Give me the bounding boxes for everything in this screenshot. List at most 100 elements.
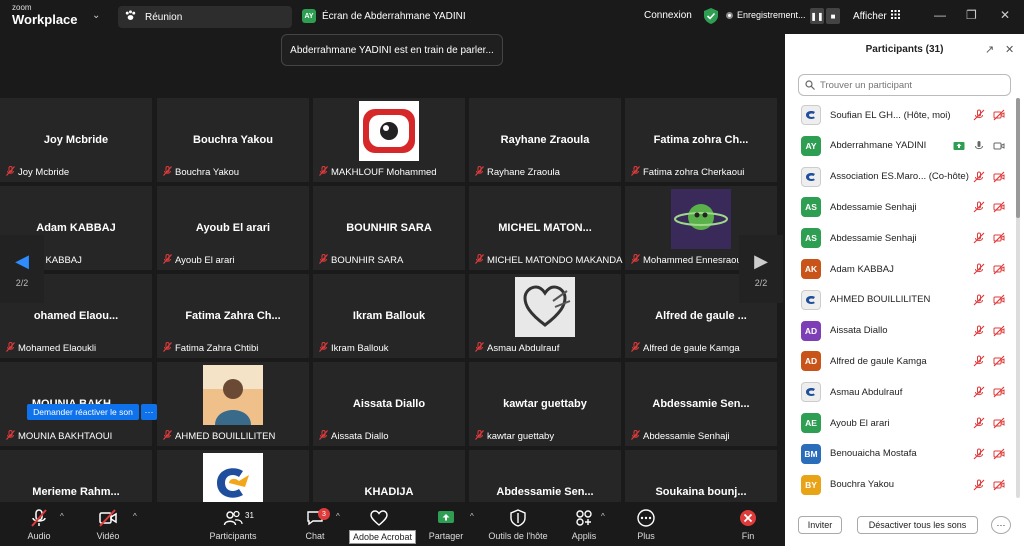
video-tile[interactable]: Joy Mcbride Joy Mcbride [0,98,152,182]
tile-display-name: Ikram Ballouk [352,310,426,322]
share-label: Partager [428,531,464,541]
apps-button[interactable]: Applis [549,508,619,541]
end-button[interactable]: Fin [713,508,783,541]
mic-muted-icon [631,430,640,442]
participants-button[interactable]: Participants [198,508,268,541]
video-tile[interactable]: Abdessamie Sen... Abdessamie Senhaji [625,362,777,446]
participant-row[interactable]: Soufian EL GH... (Hôte, moi) [785,100,1015,130]
tile-display-name: BOUNHIR SARA [346,222,432,234]
record-dot-icon [726,11,733,19]
meeting-tab[interactable]: Réunion [118,6,292,28]
logo-small: zoom [12,3,32,12]
participant-picture [359,101,419,161]
chat-caret-icon[interactable]: ^ [336,512,340,521]
participant-row[interactable]: AD Aissata Diallo [785,316,1015,346]
pause-icon[interactable]: ❚❚ [810,8,824,24]
share-screen-icon [438,511,454,523]
participant-row[interactable]: AK Adam KABBAJ [785,254,1015,284]
screen-share-tab[interactable]: AY Écran de Abderrahmane YADINI [302,9,466,23]
chat-label: Chat [305,531,325,541]
video-tile[interactable]: MICHEL MATON... MICHEL MATONDO MAKANDA [469,186,622,270]
chevron-down-icon[interactable]: ⌄ [92,10,100,21]
participant-avatar [801,105,821,125]
tile-display-name: Joy Mcbride [43,134,109,146]
mic-muted-icon [475,430,484,442]
participant-status-icons [973,355,1005,367]
participant-row[interactable]: BM Benouaicha Mostafa [785,439,1015,469]
participant-row[interactable]: AHMED BOUILLILITEN [785,285,1015,315]
video-tile[interactable]: Bouchra Yakou Bouchra Yakou [157,98,309,182]
video-tile[interactable]: Fatima zohra Ch... Fatima zohra Cherkaoui [625,98,777,182]
restore-icon[interactable]: ❐ [966,8,977,22]
participant-row[interactable]: Association ES.Maro... (Co-hôte) [785,162,1015,192]
participant-avatar [801,382,821,403]
tile-name-label: AHMED BOUILLILITEN [163,430,275,442]
participant-name: Bouchra Yakou [830,479,895,491]
prev-page-button[interactable]: ◀ 2/2 [0,235,44,303]
tile-footer-name: Rayhane Zraoula [487,166,560,178]
participant-row[interactable]: BY Bouchra Yakou [785,470,1015,500]
panel-more-button[interactable]: ··· [991,516,1011,534]
video-tile[interactable]: Ayoub El arari Ayoub El arari [157,186,309,270]
tile-name-label: MICHEL MATONDO MAKANDA [475,254,622,266]
tile-footer-name: kawtar guettaby [487,430,555,442]
popout-icon[interactable]: ↗ [985,43,994,56]
end-meeting-icon [740,510,756,526]
speaking-toast: Abderrahmane YADINI est en train de parl… [281,34,503,66]
tile-footer-name: Ikram Ballouk [331,342,389,354]
page-indicator-right: 2/2 [754,277,768,288]
tile-footer-name: BOUNHIR SARA [331,254,404,266]
ask-unmute-button[interactable]: Demander réactiver le son [27,404,139,420]
close-icon[interactable]: ✕ [1000,8,1010,22]
panel-close-icon[interactable]: ✕ [1005,43,1014,56]
participant-row[interactable]: AD Alfred de gaule Kamga [785,346,1015,376]
tile-name-label: MOUNIA BAKHTAOUI [6,430,112,442]
tile-display-name: Adam KABBAJ [36,222,116,234]
invite-button[interactable]: Inviter [798,516,842,534]
connexion-button[interactable]: Connexion [644,10,692,21]
video-tile[interactable]: Asmau Abdulrauf [469,274,621,358]
video-tile[interactable]: AHMED BOUILLILITEN [157,362,309,446]
participant-avatar [801,166,821,187]
mic-muted-icon [319,430,328,442]
search-input[interactable] [820,79,1000,91]
participant-row[interactable]: AY Abderrahmane YADINI [785,131,1015,161]
participant-search[interactable] [798,74,1011,96]
mic-muted-icon [631,342,640,354]
video-tile[interactable]: kawtar guettaby kawtar guettaby [469,362,621,446]
tile-footer-name: Abdessamie Senhaji [643,430,730,442]
more-button[interactable]: Plus [611,508,681,541]
recording-indicator[interactable]: Enregistrement... [726,10,806,20]
view-button[interactable]: Afficher [853,10,900,22]
more-options-button[interactable]: ··· [141,404,157,420]
tile-name-label: Aissata Diallo [319,430,389,442]
tile-footer-name: Fatima Zahra Chtibi [175,342,259,354]
participant-row[interactable]: AE Ayoub El arari [785,408,1015,438]
participant-row[interactable]: AS Abdessamie Senhaji [785,223,1015,253]
next-page-button[interactable]: ▶ 2/2 [739,235,783,303]
video-caret-icon[interactable]: ^ [133,512,137,521]
video-tile[interactable]: Aissata Diallo Aissata Diallo [313,362,465,446]
minimize-icon[interactable]: — [934,8,946,22]
video-tile[interactable]: Rayhane Zraoula Rayhane Zraoula [469,98,621,182]
reactions-button[interactable] [344,508,414,531]
participant-row[interactable]: AS Abdessamie Senhaji [785,192,1015,222]
video-tile[interactable]: Ikram Ballouk Ikram Ballouk [313,274,465,358]
share-caret-icon[interactable]: ^ [470,512,474,521]
tile-name-label: Mohamed Elaoukli [6,342,96,354]
stop-icon[interactable]: ■ [826,8,840,24]
mute-all-button[interactable]: Désactiver tous les sons [857,516,978,534]
apps-caret-icon[interactable]: ^ [601,512,605,521]
video-tile[interactable]: BOUNHIR SARA BOUNHIR SARA [313,186,465,270]
shield-icon[interactable] [704,8,718,24]
tile-display-name: Abdessamie Sen... [652,398,750,410]
participant-row[interactable]: Asmau Abdulrauf [785,377,1015,407]
participant-scrollbar[interactable] [1016,98,1020,498]
audio-caret-icon[interactable]: ^ [60,512,64,521]
host-tools-button[interactable]: Outils de l'hôte [483,508,553,541]
video-tile[interactable]: MAKHLOUF Mohammed [313,98,465,182]
tile-name-label: MAKHLOUF Mohammed [319,166,437,178]
video-tile[interactable]: Fatima Zahra Ch... Fatima Zahra Chtibi [157,274,309,358]
tile-footer-name: MOUNIA BAKHTAOUI [18,430,113,442]
tile-name-label: Mohammed Ennesraoui [631,254,744,266]
